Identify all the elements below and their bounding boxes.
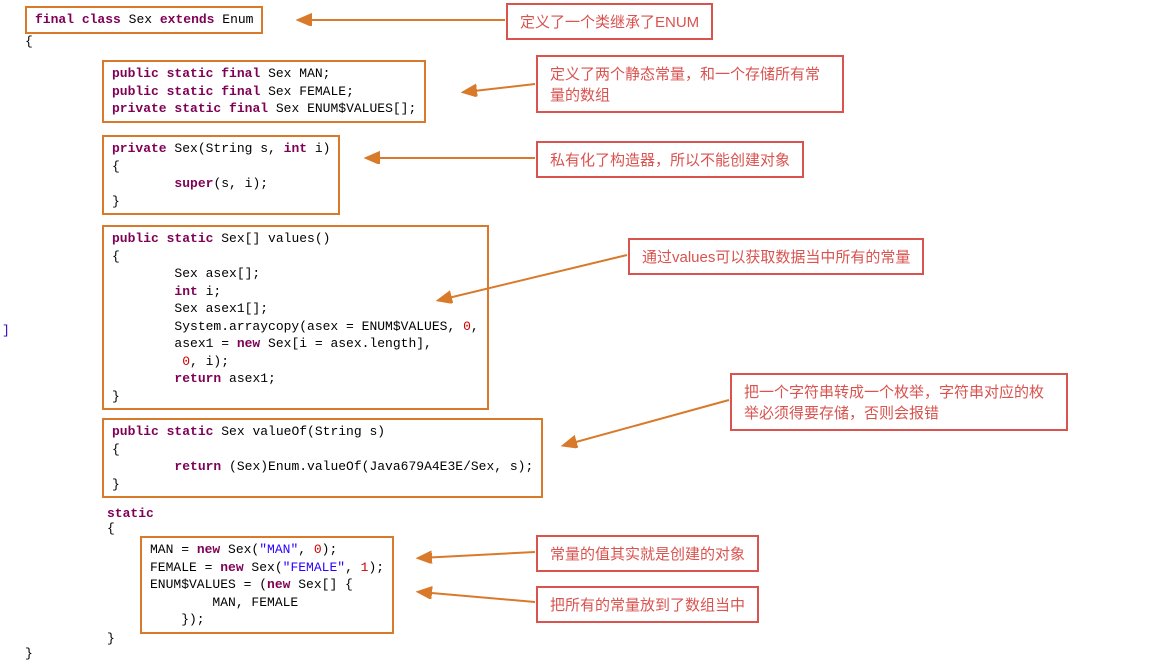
code-line: Sex asex[]; — [112, 265, 479, 283]
code-line: { — [112, 158, 330, 176]
code-line: ENUM$VALUES = (new Sex[] { — [150, 576, 384, 594]
code-line: public static final Sex FEMALE; — [112, 83, 416, 101]
code-line: { — [112, 441, 533, 459]
annotation-class: 定义了一个类继承了ENUM — [506, 3, 713, 40]
code-line: Sex asex1[]; — [112, 300, 479, 318]
code-box-valueof: public static Sex valueOf(String s) { re… — [102, 418, 543, 498]
gutter-mark: ] — [2, 322, 10, 340]
annotation-fields: 定义了两个静态常量，和一个存储所有常量的数组 — [536, 55, 844, 113]
code-line: public static Sex valueOf(String s) — [112, 423, 533, 441]
code-line: System.arraycopy(asex = ENUM$VALUES, 0, — [112, 318, 479, 336]
code-line: asex1 = new Sex[i = asex.length], — [112, 335, 479, 353]
code-line: int i; — [112, 283, 479, 301]
code-line: } — [112, 476, 533, 494]
code-line: return asex1; — [112, 370, 479, 388]
code-line: return (Sex)Enum.valueOf(Java679A4E3E/Se… — [112, 458, 533, 476]
brace: { — [25, 33, 33, 51]
code-box-fields: public static final Sex MAN; public stat… — [102, 60, 426, 123]
annotation-const-obj: 常量的值其实就是创建的对象 — [536, 535, 759, 572]
code-line: private static final Sex ENUM$VALUES[]; — [112, 100, 416, 118]
code-line: MAN = new Sex("MAN", 0); — [150, 541, 384, 559]
code-line: private Sex(String s, int i) — [112, 140, 330, 158]
code-line: } — [112, 388, 479, 406]
code-line: public static final Sex MAN; — [112, 65, 416, 83]
code-line: { — [112, 248, 479, 266]
code-line: super(s, i); — [112, 175, 330, 193]
code-box-class-decl: final class Sex extends Enum — [25, 6, 263, 34]
annotation-constructor: 私有化了构造器，所以不能创建对象 — [536, 141, 804, 178]
code-line: }); — [150, 611, 384, 629]
code-line: } — [112, 193, 330, 211]
annotation-array: 把所有的常量放到了数组当中 — [536, 586, 759, 623]
code-box-constructor: private Sex(String s, int i) { super(s, … — [102, 135, 340, 215]
code-line: 0, i); — [112, 353, 479, 371]
brace: { — [107, 520, 115, 538]
code-line: final class Sex extends Enum — [35, 11, 253, 29]
annotation-values: 通过values可以获取数据当中所有的常量 — [628, 238, 924, 275]
annotation-valueof: 把一个字符串转成一个枚举，字符串对应的枚举必须得要存储，否则会报错 — [730, 373, 1068, 431]
code-line: FEMALE = new Sex("FEMALE", 1); — [150, 559, 384, 577]
code-line: public static Sex[] values() — [112, 230, 479, 248]
code-line: MAN, FEMALE — [150, 594, 384, 612]
brace: } — [25, 645, 33, 663]
brace: } — [107, 630, 115, 648]
code-box-static-init: MAN = new Sex("MAN", 0); FEMALE = new Se… — [140, 536, 394, 634]
code-box-values: public static Sex[] values() { Sex asex[… — [102, 225, 489, 410]
